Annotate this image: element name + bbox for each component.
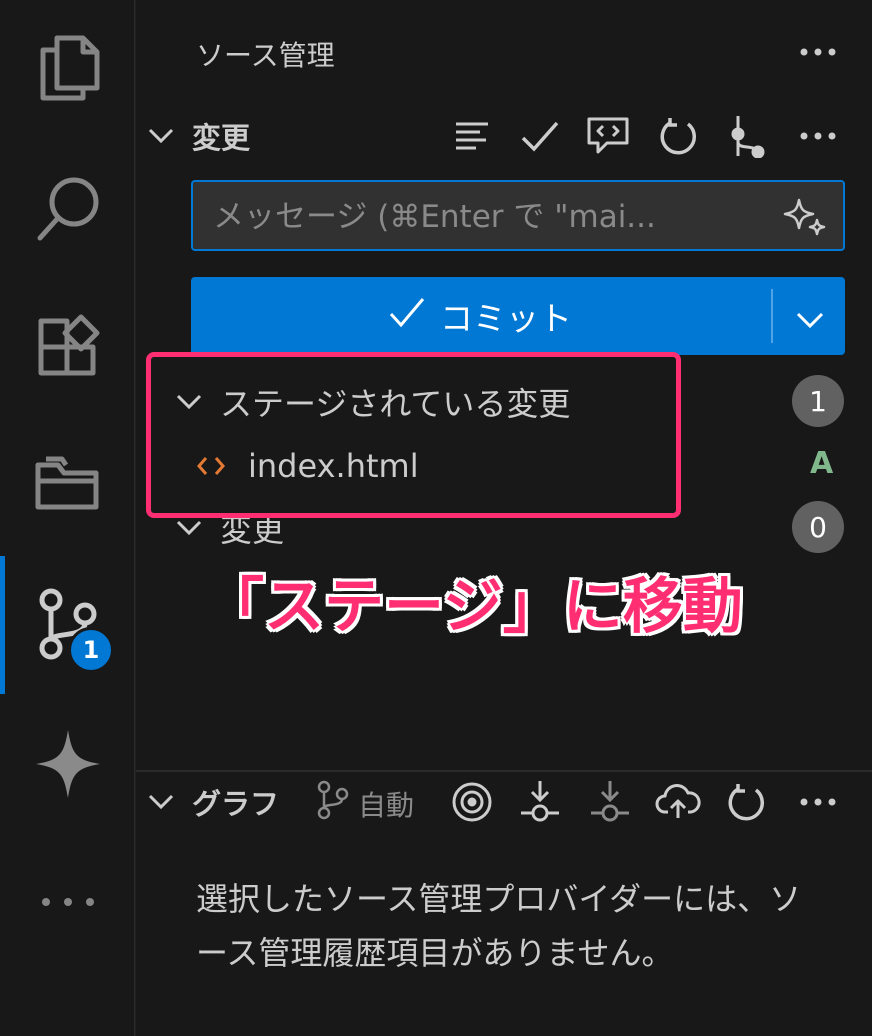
refresh-icon[interactable] <box>652 110 704 162</box>
auto-label: 自動 <box>358 788 415 822</box>
extensions-icon[interactable] <box>30 308 106 384</box>
activity-bar: 1 <box>0 0 135 1036</box>
search-icon[interactable] <box>30 170 106 246</box>
fetch-icon[interactable] <box>514 776 566 828</box>
sparkle-icon[interactable] <box>783 196 827 242</box>
more-icon[interactable] <box>30 864 106 940</box>
graph-branch-icon[interactable] <box>720 110 772 162</box>
file-status-added: A <box>810 446 834 481</box>
list-view-icon[interactable] <box>446 110 498 162</box>
more-icon[interactable] <box>796 780 840 824</box>
changes-count-badge: 0 <box>792 501 844 553</box>
staged-count-badge: 1 <box>792 375 844 427</box>
commit-button-label: コミット <box>440 299 572 338</box>
explorer-icon[interactable] <box>30 30 106 106</box>
commit-button-group: コミット <box>191 277 845 355</box>
cloud-upload-icon[interactable] <box>652 776 704 828</box>
annotation-text: 「ステージ」に移動 <box>204 572 743 642</box>
graph-section-header[interactable]: グラフ <box>148 776 279 828</box>
more-icon[interactable] <box>796 114 840 158</box>
chevron-down-icon <box>796 297 824 336</box>
button-separator <box>771 289 773 343</box>
chevron-down-icon <box>148 789 174 815</box>
sparkle-icon[interactable] <box>30 726 106 802</box>
highlight-box <box>146 352 681 518</box>
commit-message-input[interactable] <box>211 182 775 251</box>
pull-icon[interactable] <box>584 776 636 828</box>
graph-section-title: グラフ <box>192 787 280 821</box>
check-icon <box>388 296 426 336</box>
graph-empty-message: 選択したソース管理プロバイダーには、ソース管理履歴項目がありません。 <box>196 880 802 972</box>
changes-section-header[interactable]: 変更 <box>148 110 250 162</box>
check-icon[interactable] <box>514 110 566 162</box>
branch-icon <box>316 780 350 827</box>
scm-badge: 1 <box>68 627 114 673</box>
commit-button[interactable]: コミット <box>191 277 769 355</box>
auto-branch-button[interactable]: 自動 <box>316 780 414 827</box>
refresh-icon[interactable] <box>720 776 772 828</box>
chevron-down-icon <box>176 515 202 541</box>
chevron-down-icon <box>148 123 174 149</box>
target-icon[interactable] <box>446 776 498 828</box>
pane-title: ソース管理 <box>196 39 335 72</box>
commit-message-box <box>191 180 845 251</box>
changes-section-title: 変更 <box>192 121 251 155</box>
comment-code-icon[interactable] <box>582 110 634 162</box>
folder-icon[interactable] <box>30 446 106 522</box>
commit-dropdown-button[interactable] <box>775 277 845 355</box>
section-divider <box>136 770 872 772</box>
more-icon[interactable] <box>796 30 840 74</box>
active-indicator <box>0 556 5 694</box>
